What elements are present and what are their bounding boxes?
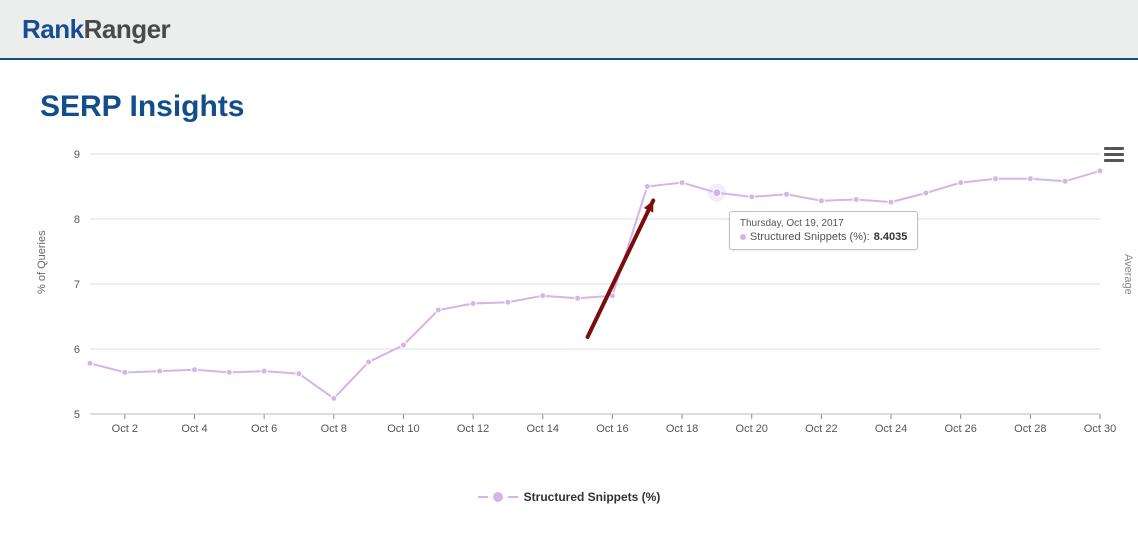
chart-plot: 5 6 7 8 9 Oct 2 Oct 4 Oct 6 Oct 8 Oct 10 Oct 12 Oct… bbox=[30, 144, 1130, 444]
svg-text:Oct 10: Oct 10 bbox=[387, 423, 419, 435]
tooltip-date: Thursday, Oct 19, 2017 bbox=[740, 218, 908, 229]
svg-text:Oct 16: Oct 16 bbox=[596, 423, 628, 435]
svg-text:Oct 14: Oct 14 bbox=[527, 423, 559, 435]
svg-text:Oct 2: Oct 2 bbox=[112, 423, 138, 435]
chart-container: % of Queries Average 56789Oct 2Oct 4Oct … bbox=[30, 144, 1130, 484]
page-title: SERP Insights bbox=[40, 90, 1118, 124]
logo-part-2: Ranger bbox=[84, 14, 171, 44]
chart-menu-icon[interactable] bbox=[1104, 144, 1124, 164]
svg-text:Oct 6: Oct 6 bbox=[251, 423, 277, 435]
tooltip-series-name: Structured Snippets (%): bbox=[750, 231, 870, 243]
svg-text:Oct 12: Oct 12 bbox=[457, 423, 489, 435]
svg-text:Oct 8: Oct 8 bbox=[321, 423, 347, 435]
right-axis-label: Average bbox=[1122, 254, 1134, 295]
svg-text:5: 5 bbox=[74, 409, 80, 421]
y-axis-label: % of Queries bbox=[36, 230, 48, 294]
svg-text:6: 6 bbox=[74, 344, 80, 356]
svg-text:Oct 20: Oct 20 bbox=[736, 423, 768, 435]
svg-text:Oct 24: Oct 24 bbox=[875, 423, 907, 435]
legend-line-icon bbox=[508, 496, 518, 498]
tooltip-value: 8.4035 bbox=[874, 231, 908, 243]
svg-text:Oct 26: Oct 26 bbox=[944, 423, 976, 435]
svg-text:Oct 18: Oct 18 bbox=[666, 423, 698, 435]
svg-text:Oct 22: Oct 22 bbox=[805, 423, 837, 435]
tooltip-dot-icon bbox=[740, 234, 746, 240]
logo-part-1: Rank bbox=[22, 14, 84, 44]
legend-label: Structured Snippets (%) bbox=[524, 490, 661, 504]
tooltip: Thursday, Oct 19, 2017 Structured Snippe… bbox=[729, 211, 919, 250]
svg-text:Oct 30: Oct 30 bbox=[1084, 423, 1116, 435]
legend[interactable]: Structured Snippets (%) bbox=[20, 490, 1118, 504]
header: RankRanger bbox=[0, 0, 1138, 60]
svg-text:7: 7 bbox=[74, 279, 80, 291]
svg-text:8: 8 bbox=[74, 214, 80, 226]
logo: RankRanger bbox=[22, 14, 170, 45]
legend-line-icon bbox=[478, 496, 488, 498]
svg-text:9: 9 bbox=[74, 149, 80, 161]
content: SERP Insights % of Queries Average 5 6 7 8 9… bbox=[0, 60, 1138, 504]
legend-dot-icon bbox=[494, 493, 502, 501]
svg-text:Oct 28: Oct 28 bbox=[1014, 423, 1046, 435]
svg-text:Oct 4: Oct 4 bbox=[181, 423, 207, 435]
